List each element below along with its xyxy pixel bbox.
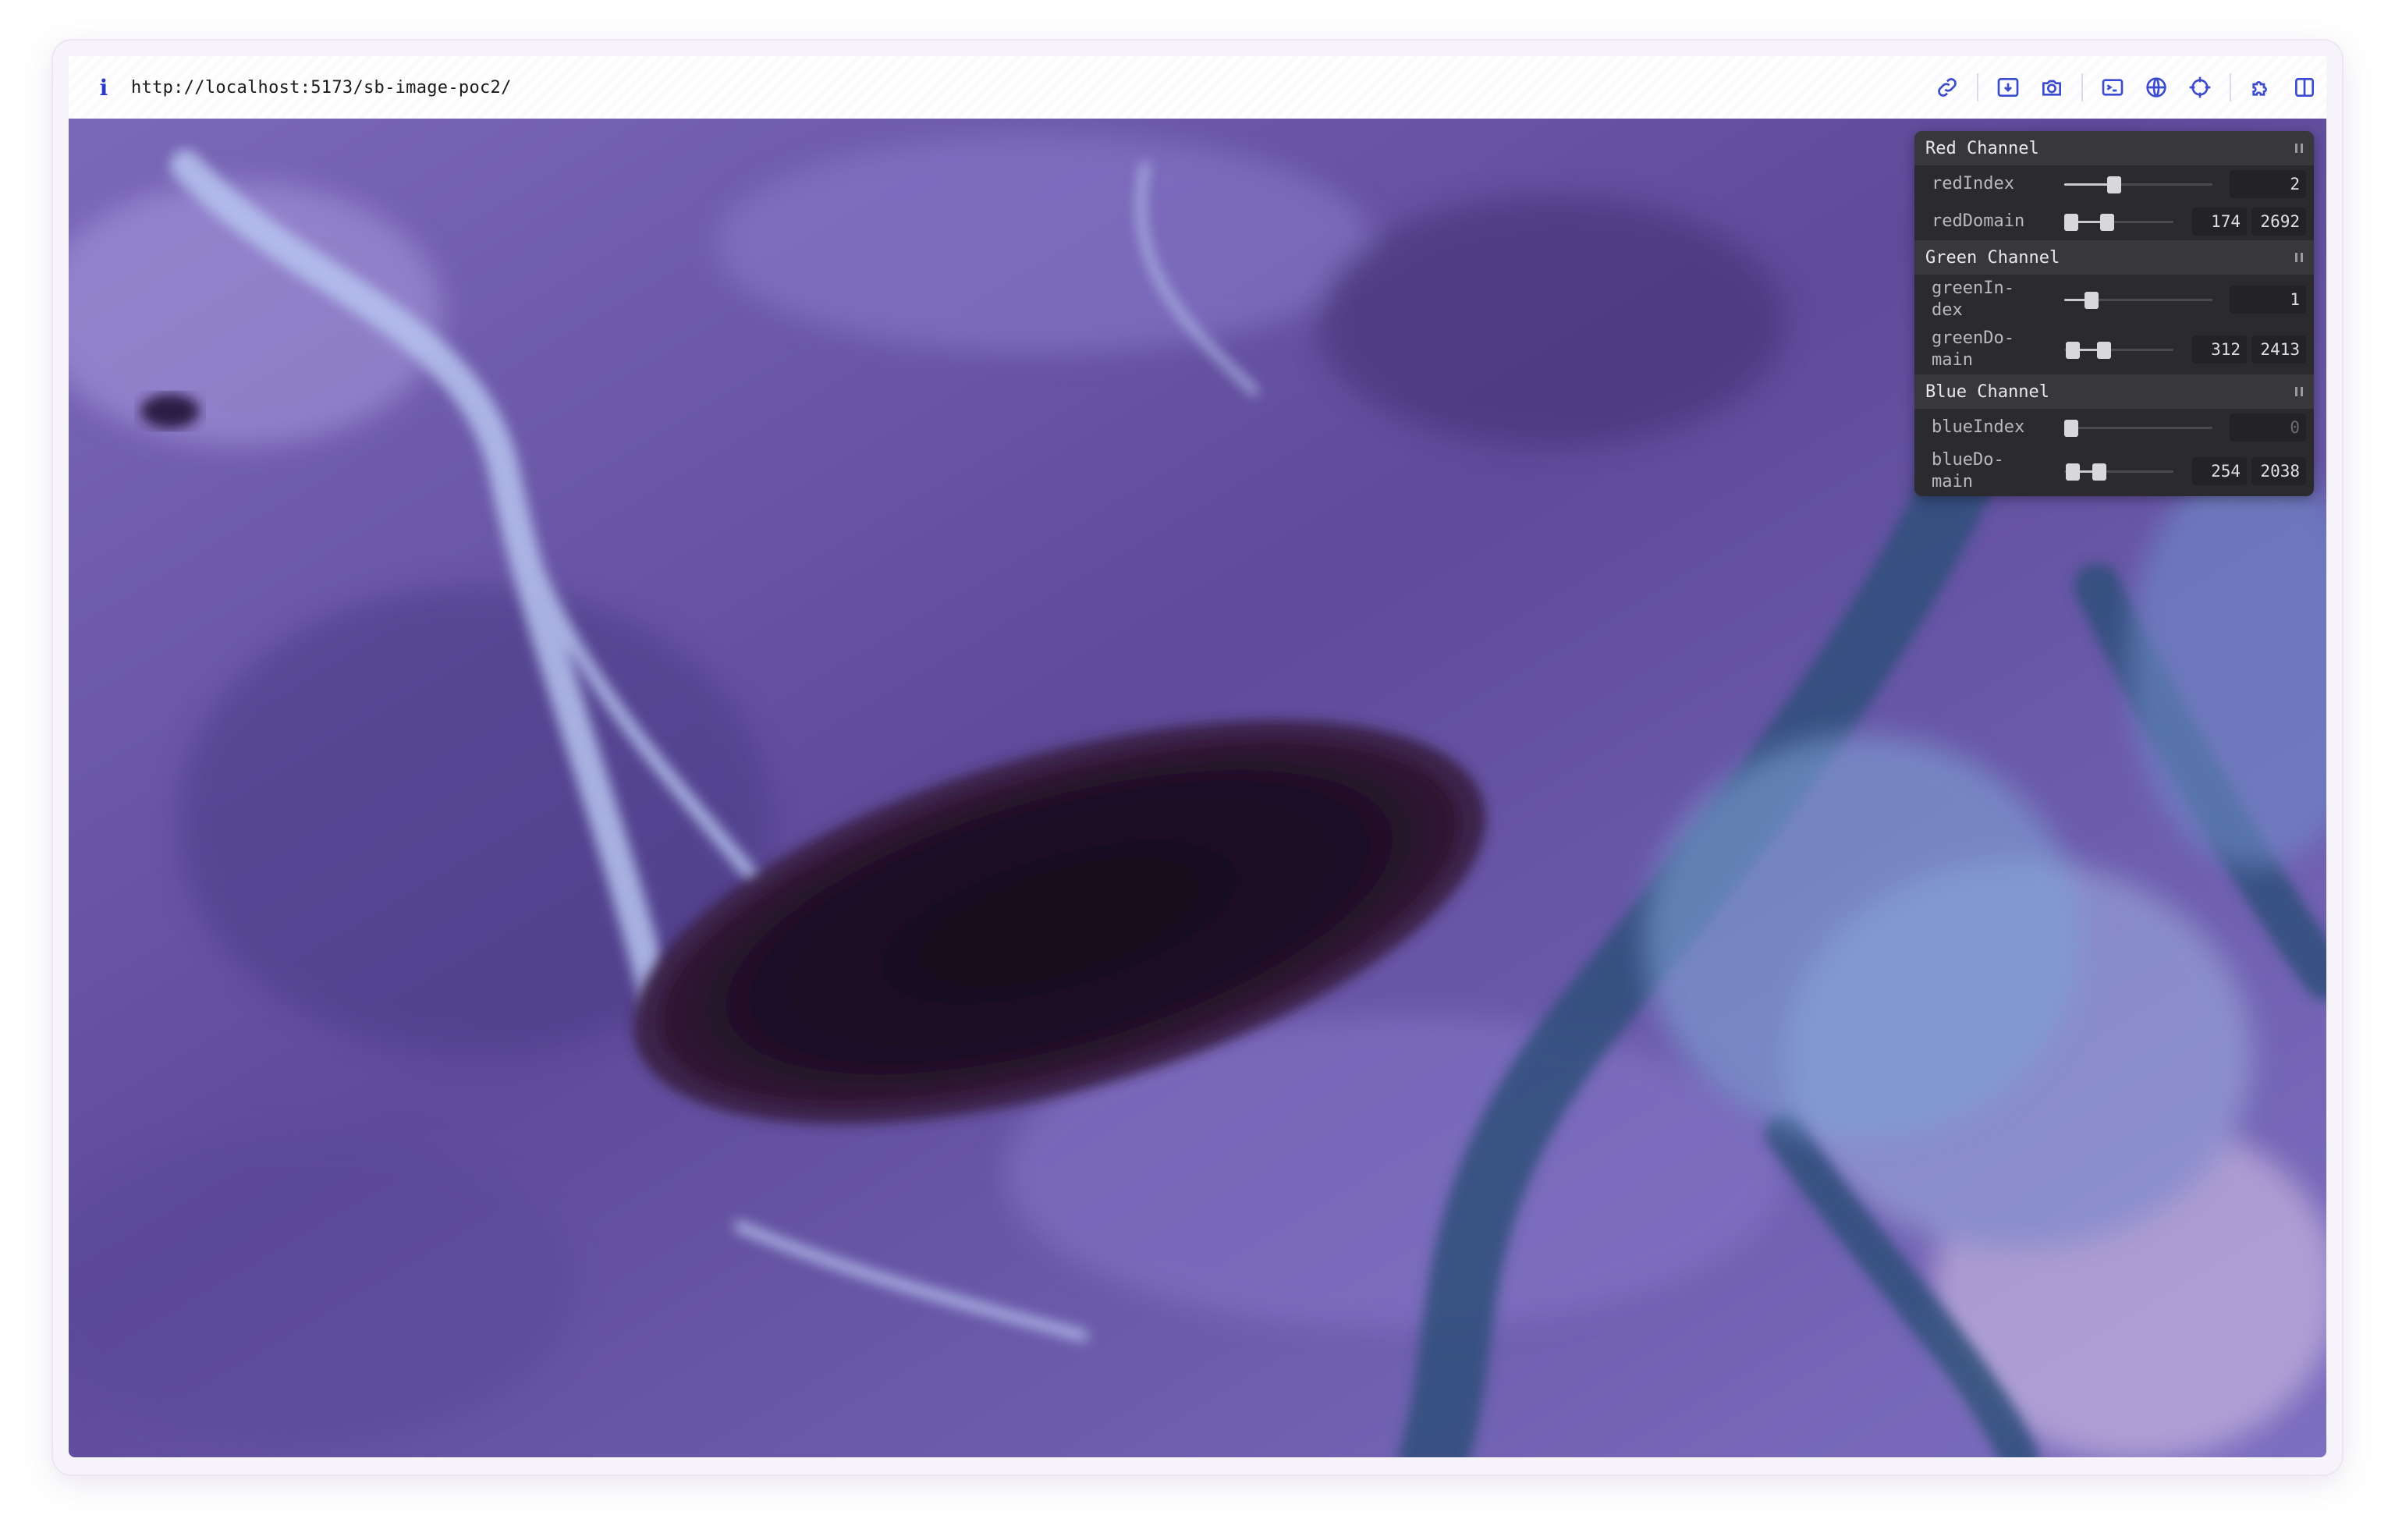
red-index-label: redIndex [1932, 174, 2014, 193]
green-channel-folder[interactable]: Green Channel [1914, 240, 2314, 275]
puzzle-icon[interactable] [2239, 66, 2283, 109]
green-index-label: greenIn- dex [1932, 279, 2014, 320]
blue-domain-min-input[interactable]: 254 [2192, 457, 2247, 485]
green-index-row: greenIn- dex 1 [1914, 275, 2314, 325]
green-domain-label: greenDo- main [1932, 328, 2014, 370]
red-index-row: redIndex 2 [1914, 165, 2314, 203]
green-index-slider[interactable] [2064, 289, 2212, 310]
green-domain-row: greenDo- main 312 2413 [1914, 325, 2314, 374]
blue-channel-title: Blue Channel [1925, 381, 2049, 402]
toolbar-divider [2081, 73, 2083, 101]
blue-index-row: blueIndex 0 [1914, 409, 2314, 446]
url-text[interactable]: http://localhost:5173/sb-image-poc2/ [131, 78, 512, 98]
blue-channel-folder[interactable]: Blue Channel [1914, 374, 2314, 409]
collapse-icon[interactable] [2295, 253, 2303, 262]
red-domain-max-input[interactable]: 2692 [2251, 208, 2306, 236]
save-image-icon[interactable] [1986, 66, 2030, 109]
terminal-icon[interactable] [2091, 66, 2134, 109]
globe-icon[interactable] [2134, 66, 2178, 109]
blue-index-label: blueIndex [1932, 417, 2025, 437]
green-domain-min-input[interactable]: 312 [2192, 335, 2247, 364]
blue-domain-label: blueDo- main [1932, 450, 2004, 491]
toolbar-divider [2230, 73, 2231, 101]
info-icon[interactable]: i [90, 74, 117, 101]
collapse-icon[interactable] [2295, 144, 2303, 153]
red-index-input[interactable]: 2 [2230, 170, 2306, 198]
browser-window: i http://localhost:5173/sb-image-poc2/ R… [53, 41, 2342, 1474]
blue-domain-slider[interactable] [2064, 460, 2173, 482]
red-domain-row: redDomain 174 2692 [1914, 203, 2314, 240]
blue-domain-row: blueDo- main 254 2038 [1914, 446, 2314, 496]
blue-domain-max-input[interactable]: 2038 [2251, 457, 2306, 485]
camera-icon[interactable] [2030, 66, 2074, 109]
green-domain-slider[interactable] [2064, 339, 2173, 360]
red-channel-folder[interactable]: Red Channel [1914, 131, 2314, 165]
red-domain-min-input[interactable]: 174 [2192, 208, 2247, 236]
blue-index-slider[interactable] [2064, 417, 2212, 438]
green-domain-max-input[interactable]: 2413 [2251, 335, 2306, 364]
red-index-slider[interactable] [2064, 173, 2212, 195]
image-viewport[interactable]: Red Channel redIndex 2 redDomain 174 269… [69, 119, 2326, 1457]
split-view-icon[interactable] [2283, 66, 2326, 109]
address-bar: i http://localhost:5173/sb-image-poc2/ [69, 56, 2326, 119]
toolbar [1925, 56, 2326, 119]
crosshair-icon[interactable] [2178, 66, 2222, 109]
red-domain-label: redDomain [1932, 211, 2025, 231]
red-domain-slider[interactable] [2064, 211, 2173, 232]
toolbar-divider [1977, 73, 1978, 101]
red-channel-title: Red Channel [1925, 138, 2039, 158]
blue-index-input[interactable]: 0 [2230, 413, 2306, 442]
channel-control-panel: Red Channel redIndex 2 redDomain 174 269… [1914, 131, 2314, 496]
green-index-input[interactable]: 1 [2230, 286, 2306, 314]
green-channel-title: Green Channel [1925, 247, 2060, 268]
collapse-icon[interactable] [2295, 387, 2303, 396]
link-icon[interactable] [1925, 66, 1969, 109]
